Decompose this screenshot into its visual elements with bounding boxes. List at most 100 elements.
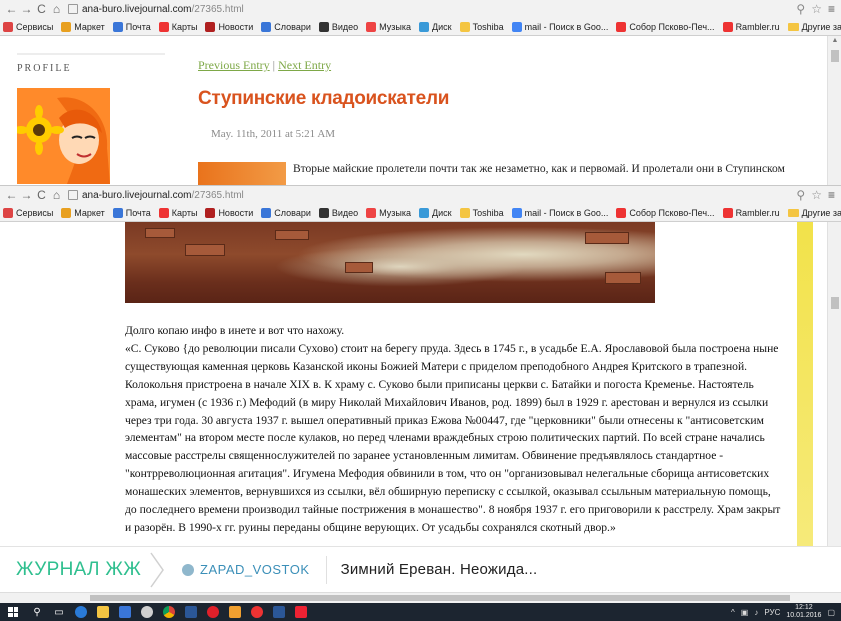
search-icon[interactable]: ⚲ bbox=[796, 2, 805, 16]
bookmark-item[interactable]: Диск bbox=[419, 21, 452, 32]
page-icon bbox=[68, 4, 78, 14]
address-bar[interactable]: ana-buro.livejournal.com/27365.html bbox=[68, 188, 796, 203]
home-icon[interactable]: ⌂ bbox=[49, 188, 64, 203]
bookmark-item[interactable]: Собор Псково-Печ... bbox=[616, 21, 715, 32]
entry-intro-text: Вторые майские пролетели почти так же не… bbox=[293, 163, 785, 175]
bookmark-item[interactable]: Почта bbox=[112, 21, 151, 32]
bookmark-item[interactable]: Новости bbox=[205, 207, 254, 218]
other-bookmarks[interactable]: Другие закладки bbox=[787, 208, 841, 218]
bookmark-item[interactable]: Маркет bbox=[61, 21, 105, 32]
reload-icon[interactable]: C bbox=[34, 2, 49, 17]
bookmark-item[interactable]: Диск bbox=[419, 207, 452, 218]
media-icon[interactable] bbox=[136, 603, 158, 621]
bookmark-label: Новости bbox=[218, 207, 254, 218]
reload-icon[interactable]: C bbox=[34, 188, 49, 203]
bookmark-item[interactable]: Toshiba bbox=[459, 207, 504, 218]
bookmark-item[interactable]: Сервисы bbox=[3, 21, 53, 32]
bookmark-icon bbox=[366, 207, 377, 218]
photo-detail bbox=[605, 272, 641, 284]
explorer-icon[interactable] bbox=[92, 603, 114, 621]
bookmark-icon bbox=[511, 21, 522, 32]
vertical-scrollbar-second[interactable] bbox=[827, 222, 841, 546]
app-icon[interactable] bbox=[290, 603, 312, 621]
lj-logo[interactable]: ЖУРНАЛ ЖЖ bbox=[0, 559, 150, 581]
bookmark-star-icon[interactable]: ☆ bbox=[811, 2, 822, 16]
photo-detail bbox=[585, 232, 629, 244]
bookmark-item[interactable]: Музыка bbox=[366, 207, 411, 218]
opera-icon[interactable] bbox=[202, 603, 224, 621]
article-body: Долго копаю инфо в инете и вот что нахож… bbox=[125, 322, 785, 537]
lj-post-title[interactable]: Зимний Ереван. Неожида... bbox=[341, 561, 538, 578]
word-icon[interactable] bbox=[180, 603, 202, 621]
url-path: /27365.html bbox=[191, 3, 244, 15]
scrollbar-thumb[interactable] bbox=[831, 297, 839, 309]
horizontal-scrollbar[interactable] bbox=[0, 592, 841, 603]
volume-icon[interactable]: ♪ bbox=[754, 608, 758, 617]
network-icon[interactable]: ▣ bbox=[741, 608, 749, 617]
menu-icon[interactable]: ≡ bbox=[828, 188, 835, 202]
next-entry-link[interactable]: Next Entry bbox=[278, 58, 331, 72]
bookmark-item[interactable]: Rambler.ru bbox=[722, 207, 780, 218]
bookmark-item[interactable]: Сервисы bbox=[3, 207, 54, 218]
scrollbar-thumb[interactable] bbox=[831, 50, 839, 62]
bookmark-item[interactable]: Toshiba bbox=[459, 21, 504, 32]
other-bookmarks[interactable]: Другие закладки bbox=[787, 22, 841, 32]
clock-date: 10.01.2016 bbox=[786, 612, 822, 619]
bookmark-label: Сервисы bbox=[16, 207, 54, 218]
notifications-icon[interactable]: ▢ bbox=[827, 608, 835, 617]
app-icon[interactable] bbox=[224, 603, 246, 621]
livejournal-bar: ЖУРНАЛ ЖЖ ZAPAD_VOSTOK Зимний Ереван. Не… bbox=[0, 546, 841, 592]
edge-icon[interactable] bbox=[70, 603, 92, 621]
task-view-icon[interactable]: ▭ bbox=[48, 603, 70, 621]
scroll-up-icon[interactable]: ▲ bbox=[828, 36, 841, 46]
avatar[interactable] bbox=[17, 88, 110, 184]
yandex-icon[interactable] bbox=[246, 603, 268, 621]
bookmark-item[interactable]: Словари bbox=[261, 207, 311, 218]
lj-user-link[interactable]: ZAPAD_VOSTOK bbox=[182, 562, 310, 577]
clock[interactable]: 12:12 10.01.2016 bbox=[786, 604, 821, 620]
word-icon[interactable] bbox=[268, 603, 290, 621]
bookmark-item[interactable]: Карты bbox=[158, 207, 197, 218]
bookmark-icon bbox=[419, 207, 429, 218]
article-quote: «С. Суково {до революции писали Сухово) … bbox=[125, 341, 781, 534]
bookmark-label: Rambler.ru bbox=[735, 21, 780, 32]
bookmark-icon bbox=[3, 207, 13, 218]
bookmark-item[interactable]: Карты bbox=[158, 21, 197, 32]
bookmark-icon bbox=[61, 21, 72, 32]
menu-icon[interactable]: ≡ bbox=[828, 2, 835, 16]
bookmark-item[interactable]: Маркет bbox=[61, 207, 105, 218]
tray-arrow-icon[interactable]: ^ bbox=[731, 608, 735, 617]
bookmark-item[interactable]: Музыка bbox=[366, 21, 411, 32]
vertical-scrollbar-top[interactable]: ▲ bbox=[827, 36, 841, 185]
church-ruins-photo bbox=[125, 222, 655, 303]
back-icon[interactable]: ← bbox=[4, 2, 19, 17]
forward-icon[interactable]: → bbox=[19, 2, 34, 17]
previous-entry-link[interactable]: Previous Entry bbox=[198, 58, 270, 72]
search-icon[interactable]: ⚲ bbox=[26, 603, 48, 621]
bookmark-item[interactable]: Rambler.ru bbox=[722, 21, 780, 32]
bookmark-item[interactable]: Собор Псково-Печ... bbox=[616, 207, 715, 218]
back-icon[interactable]: ← bbox=[4, 188, 19, 203]
bookmark-item[interactable]: Новости bbox=[205, 21, 253, 32]
bookmark-star-icon[interactable]: ☆ bbox=[811, 188, 822, 202]
bookmark-item[interactable]: Видео bbox=[318, 207, 358, 218]
bookmark-item[interactable]: Видео bbox=[318, 21, 358, 32]
bookmark-item[interactable]: Почта bbox=[112, 207, 151, 218]
language-indicator[interactable]: РУС bbox=[764, 608, 780, 617]
scrollbar-thumb[interactable] bbox=[90, 595, 790, 601]
search-icon[interactable]: ⚲ bbox=[796, 188, 805, 202]
store-icon[interactable] bbox=[114, 603, 136, 621]
forward-icon[interactable]: → bbox=[19, 188, 34, 203]
bookmark-item[interactable]: mail - Поиск в Goo... bbox=[511, 207, 608, 218]
bookmark-label: Музыка bbox=[379, 21, 411, 32]
address-bar[interactable]: ana-buro.livejournal.com/27365.html bbox=[68, 2, 796, 17]
start-button[interactable] bbox=[0, 603, 26, 621]
home-icon[interactable]: ⌂ bbox=[49, 2, 64, 17]
bookmark-item[interactable]: Словари bbox=[261, 21, 311, 32]
entry-navigation: Previous Entry | Next Entry bbox=[198, 58, 331, 73]
bookmark-item[interactable]: mail - Поиск в Goo... bbox=[511, 21, 608, 32]
chrome-icon[interactable] bbox=[158, 603, 180, 621]
bookmark-icon bbox=[722, 21, 733, 32]
profile-heading: PROFILE bbox=[17, 63, 72, 74]
bookmark-icon bbox=[318, 21, 329, 32]
